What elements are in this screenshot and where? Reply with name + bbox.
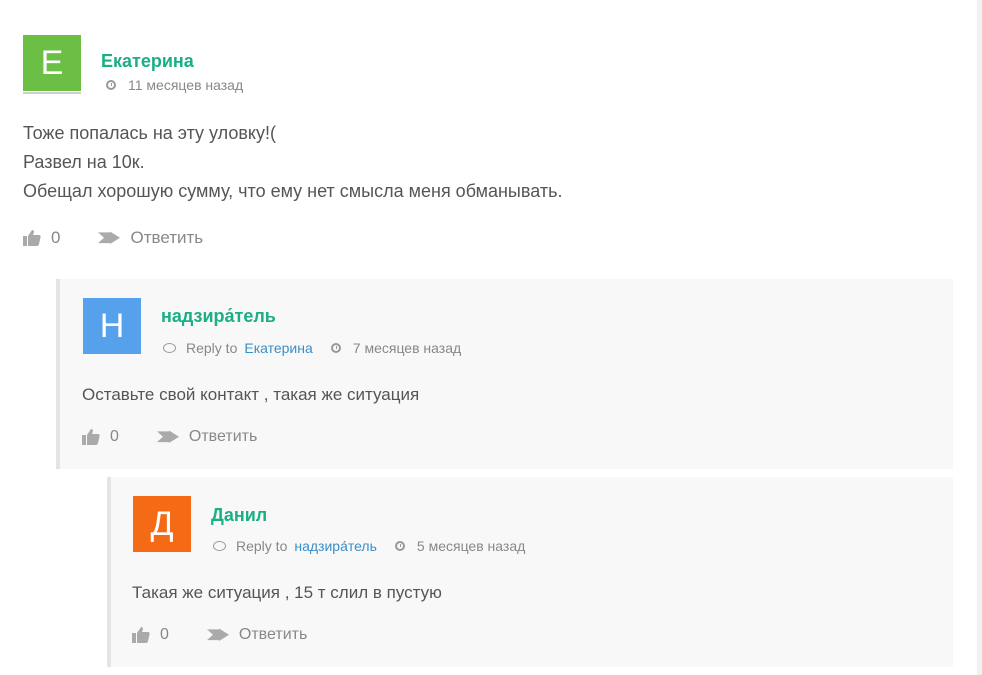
comment-danil: Д Данил Reply to надзира́тель 5 месяцев …: [0, 0, 982, 675]
reply-label: Ответить: [238, 626, 308, 643]
comment-author[interactable]: Данил: [211, 505, 267, 526]
clock-icon: [394, 541, 405, 551]
comment-bubble-icon: [213, 541, 226, 551]
thumbs-up-icon: [132, 627, 150, 643]
like-button[interactable]: 0: [132, 626, 169, 644]
comment-meta: Reply to надзира́тель 5 месяцев назад: [213, 538, 525, 554]
reply-arrow-icon: [206, 628, 229, 642]
reply-button[interactable]: Ответить: [206, 626, 308, 644]
like-count: 0: [160, 626, 169, 643]
avatar-letter: Д: [150, 504, 174, 543]
avatar: Д: [133, 496, 191, 552]
reply-to-link[interactable]: надзира́тель: [294, 538, 377, 554]
comment-text: Такая же ситуация , 15 т слил в пустую: [132, 583, 442, 602]
comment-time[interactable]: 5 месяцев назад: [417, 538, 525, 554]
comment-actions: 0 Ответить: [132, 626, 307, 644]
reply-to-label: Reply to: [236, 538, 288, 554]
